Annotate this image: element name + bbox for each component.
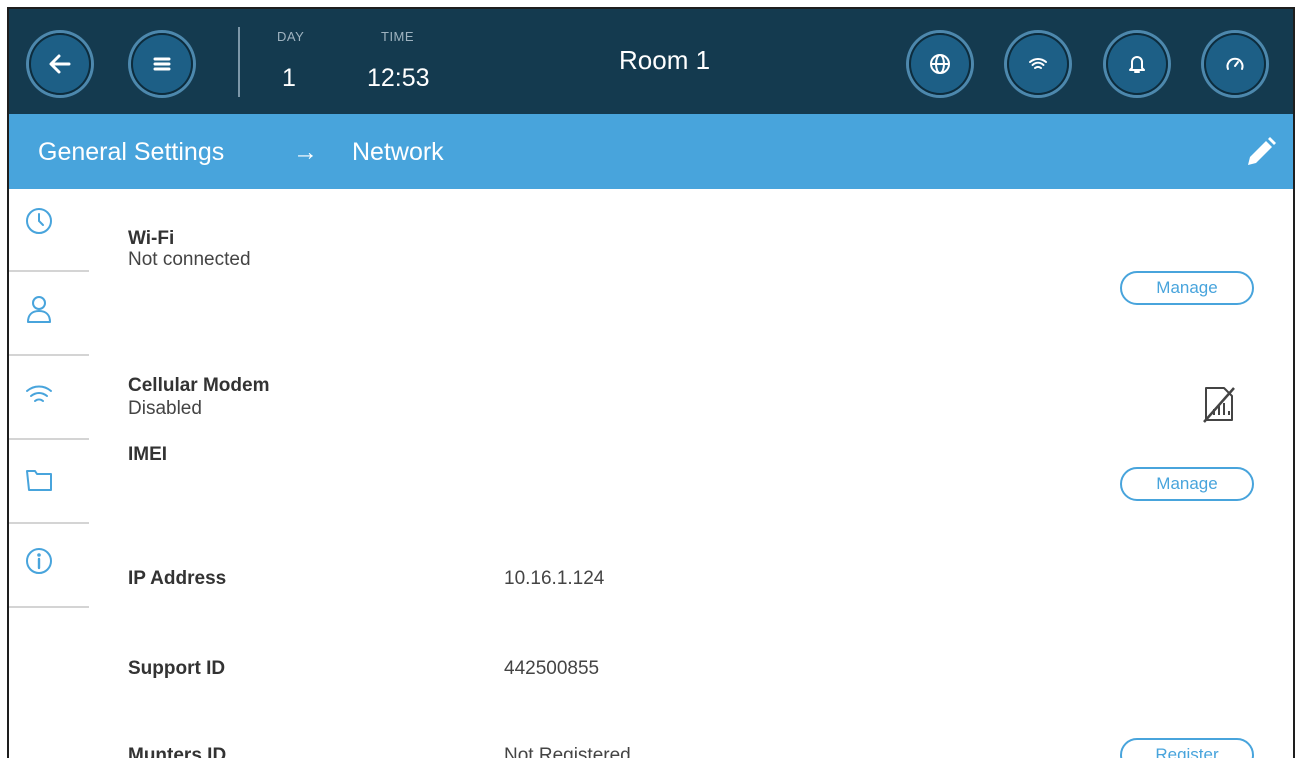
imei-label: IMEI <box>128 444 168 465</box>
support-id-label: Support ID <box>128 658 226 679</box>
sidebar-item-users[interactable] <box>9 273 89 357</box>
ip-address-label: IP Address <box>128 568 227 589</box>
wifi-label: Wi-Fi <box>128 228 175 249</box>
sidebar-divider <box>9 270 89 272</box>
dashboard-button[interactable] <box>1204 33 1266 95</box>
no-sim-icon <box>1203 387 1235 423</box>
sidebar-divider <box>9 522 89 524</box>
support-id-value: 442500855 <box>504 658 600 679</box>
sidebar-divider <box>9 438 89 440</box>
clock-icon <box>26 208 52 234</box>
time-caption: TIME <box>381 29 415 44</box>
day-value: 1 <box>282 64 296 92</box>
folder-icon <box>26 470 52 491</box>
cellular-label: Cellular Modem <box>128 375 270 396</box>
globe-icon <box>930 54 950 74</box>
sidebar-item-files[interactable] <box>9 441 89 525</box>
sidebar-divider <box>9 354 89 356</box>
breadcrumb-arrow: → <box>293 138 318 166</box>
alarms-button[interactable] <box>1106 33 1168 95</box>
sidebar-item-time[interactable] <box>9 189 89 273</box>
app-window: DAY 1 TIME 12:53 Room 1 General Settings… <box>7 7 1295 758</box>
wifi-icon <box>1029 58 1047 69</box>
ip-address-value: 10.16.1.124 <box>504 568 605 589</box>
munters-id-label: Munters ID <box>128 745 227 758</box>
sidebar-item-network[interactable] <box>9 357 89 441</box>
cellular-status: Disabled <box>128 398 202 419</box>
info-icon <box>26 548 52 574</box>
hamburger-icon <box>153 57 171 71</box>
register-button[interactable]: Register <box>1120 738 1254 758</box>
network-button[interactable] <box>1007 33 1069 95</box>
wifi-status: Not connected <box>128 249 251 270</box>
user-icon <box>27 296 51 323</box>
breadcrumb-bar: General Settings → Network <box>9 114 1293 189</box>
bell-icon <box>1129 56 1145 73</box>
cellular-manage-button[interactable]: Manage <box>1120 467 1254 501</box>
day-caption: DAY <box>277 29 305 44</box>
menu-button[interactable] <box>131 33 193 95</box>
sidebar-divider <box>9 606 89 608</box>
language-button[interactable] <box>909 33 971 95</box>
divider <box>238 27 240 97</box>
top-bar: DAY 1 TIME 12:53 Room 1 <box>9 9 1293 114</box>
munters-id-value: Not Registered <box>504 745 631 758</box>
sidebar-item-info[interactable] <box>9 525 89 609</box>
gauge-icon <box>1226 57 1244 70</box>
breadcrumb-parent[interactable]: General Settings <box>38 138 224 167</box>
wifi-manage-button[interactable]: Manage <box>1120 271 1254 305</box>
wifi-icon <box>26 385 52 402</box>
back-button[interactable] <box>29 33 91 95</box>
back-arrow-icon <box>49 54 71 74</box>
edit-pencil-icon[interactable] <box>1241 134 1279 172</box>
room-title: Room 1 <box>619 45 711 75</box>
time-value: 12:53 <box>367 64 430 92</box>
breadcrumb-current: Network <box>352 138 444 166</box>
